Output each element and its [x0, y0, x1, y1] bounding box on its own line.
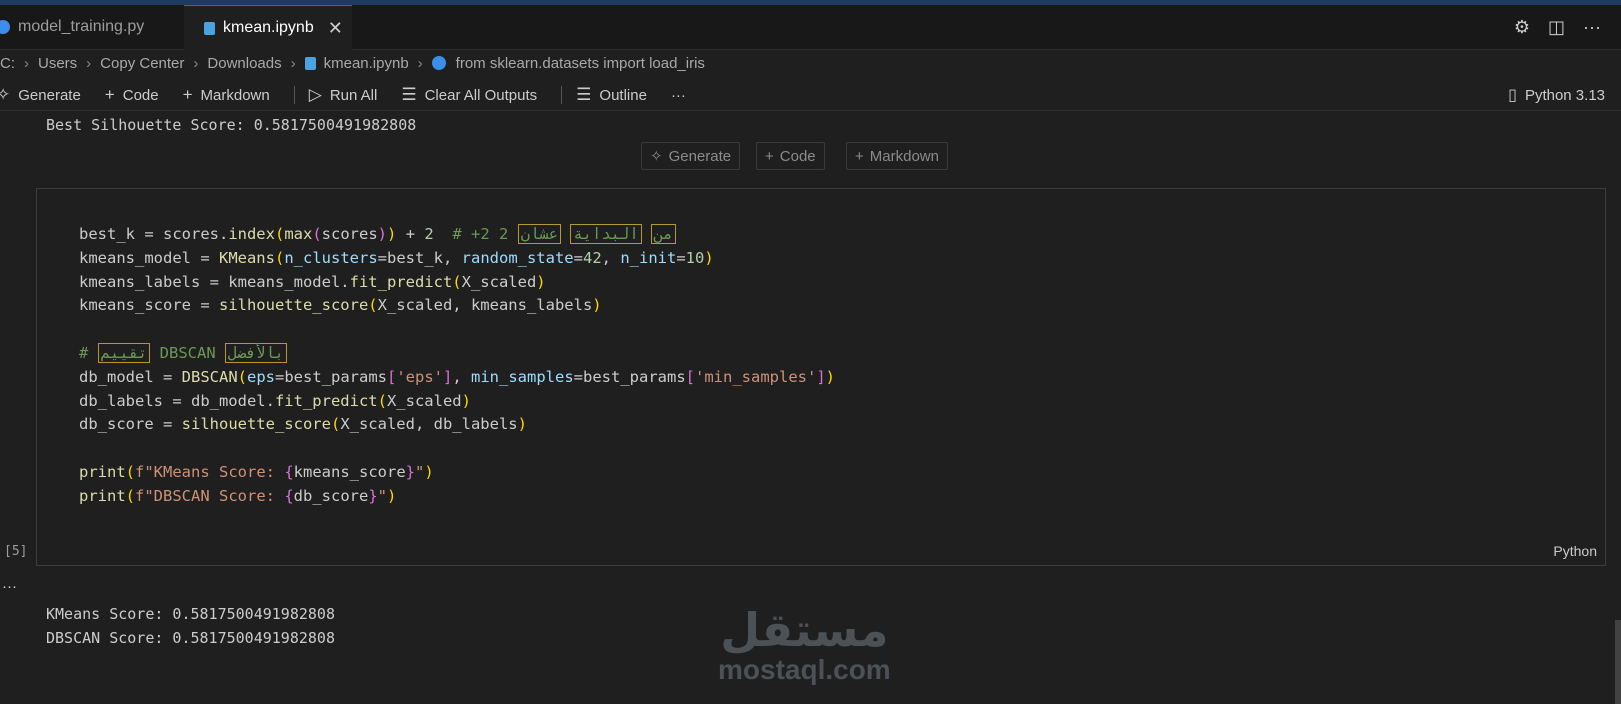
watermark-arabic: مستقل	[720, 604, 889, 656]
plus-icon: +	[182, 85, 193, 104]
insert-code-label: Code	[779, 147, 816, 165]
add-code-button[interactable]: + Code	[105, 85, 159, 105]
arabic-comment-word: بالأفضل	[225, 342, 287, 363]
insert-generate-label: Generate	[668, 147, 732, 165]
code-line: db_score = silhouette_score(X_scaled, db…	[79, 415, 527, 434]
list-icon: ☰	[576, 85, 592, 104]
arabic-comment-word: البداية	[570, 224, 642, 244]
generate-label: Generate	[18, 86, 81, 104]
chevron-right-icon: ›	[290, 54, 296, 72]
code-line: kmeans_labels = kmeans_model.fit_predict…	[79, 272, 546, 291]
code-editor[interactable]: best_k = scores.index(max(scores)) + 2 #…	[79, 223, 835, 509]
toolbar-divider	[293, 86, 295, 104]
tab-label: model_training.py	[18, 18, 145, 35]
chevron-right-icon: ›	[86, 54, 92, 72]
code-line: kmeans_score = silhouette_score(X_scaled…	[79, 296, 602, 315]
clear-all-icon: ☰	[401, 85, 417, 104]
breadcrumb-file[interactable]: kmean.ipynb	[324, 55, 409, 72]
insert-markdown-button[interactable]: + Markdown	[846, 142, 948, 170]
kernel-label: Python 3.13	[1524, 86, 1605, 104]
code-line: db_model = DBSCAN(eps=best_params['eps']…	[79, 367, 836, 386]
notebook-toolbar: ✧ Generate + Code + Markdown ▷ Run All ☰ Clea…	[0, 80, 1621, 111]
watermark-logo: مستقل mostaql.com	[718, 606, 891, 686]
kernel-picker[interactable]: ▯ Python 3.13	[1508, 80, 1605, 110]
chevron-right-icon: ›	[193, 54, 199, 72]
watermark-latin: mostaql.com	[718, 654, 891, 685]
outline-label: Outline	[599, 86, 647, 104]
gear-icon[interactable]: ⚙	[1514, 17, 1530, 38]
insert-code-button[interactable]: + Code	[756, 142, 825, 170]
tab-label: kmean.ipynb	[223, 19, 314, 36]
tab-model-training[interactable]: model_training.py	[0, 5, 183, 49]
vertical-scrollbar[interactable]	[1615, 620, 1621, 704]
code-label: Code	[122, 86, 159, 104]
code-cell[interactable]: best_k = scores.index(max(scores)) + 2 #…	[36, 188, 1606, 566]
chevron-right-icon: ›	[24, 54, 29, 72]
add-markdown-button[interactable]: + Markdown	[183, 85, 270, 105]
editor-tab-bar: model_training.py kmean.ipynb ✕	[0, 5, 1621, 50]
run-all-label: Run All	[329, 86, 378, 104]
generate-button[interactable]: ✧ Generate	[0, 85, 81, 105]
plus-icon: +	[855, 147, 864, 165]
play-icon: ▷	[308, 85, 322, 104]
insert-markdown-label: Markdown	[869, 147, 939, 165]
tab-kmean-notebook[interactable]: kmean.ipynb ✕	[184, 5, 352, 50]
breadcrumb-drive[interactable]: C:	[0, 55, 15, 72]
split-editor-icon[interactable]: ◫	[1548, 17, 1565, 38]
execution-count: [5]	[4, 544, 28, 559]
sparkle-icon: ✧	[650, 148, 663, 165]
notebook-icon	[304, 56, 316, 70]
more-actions-icon[interactable]: ···	[1583, 17, 1601, 38]
toolbar-more-button[interactable]: ···	[671, 87, 686, 104]
breadcrumb-downloads[interactable]: Downloads	[207, 55, 281, 72]
close-icon[interactable]: ✕	[328, 18, 343, 39]
python-icon	[0, 20, 10, 34]
output-more-icon[interactable]: ···	[2, 578, 17, 595]
plus-icon: +	[104, 85, 115, 104]
sparkle-icon: ✧	[0, 85, 11, 104]
chevron-right-icon: ›	[417, 54, 423, 72]
breadcrumb-users[interactable]: Users	[38, 55, 77, 72]
code-line: kmeans_model = KMeans(n_clusters=best_k,…	[79, 248, 714, 267]
breadcrumb-cell[interactable]: from sklearn.datasets import load_iris	[456, 55, 705, 72]
toolbar-divider	[561, 86, 563, 104]
arabic-comment-word: عشان	[517, 224, 562, 244]
code-line: print(f"KMeans Score: {kmeans_score}")	[79, 462, 434, 481]
code-line: best_k = scores.index(max(scores)) + 2 #…	[79, 223, 835, 247]
python-icon	[431, 56, 446, 70]
notebook-icon	[204, 21, 215, 35]
outline-button[interactable]: ☰ Outline	[576, 85, 647, 105]
tab-actions: ⚙ ◫ ···	[1514, 5, 1601, 49]
markdown-label: Markdown	[200, 86, 270, 104]
previous-cell-output: Best Silhouette Score: 0.581750049198280…	[46, 116, 417, 134]
arabic-comment-word: من	[651, 224, 676, 244]
clear-outputs-button[interactable]: ☰ Clear All Outputs	[401, 85, 537, 105]
output-line: KMeans Score: 0.5817500491982808	[46, 605, 335, 623]
kernel-icon: ▯	[1508, 87, 1517, 104]
clear-outputs-label: Clear All Outputs	[424, 86, 538, 104]
output-line: DBSCAN Score: 0.5817500491982808	[46, 629, 335, 647]
plus-icon: +	[765, 147, 774, 165]
cell-output: KMeans Score: 0.5817500491982808 DBSCAN S…	[46, 578, 335, 674]
arabic-comment-word: تقييم	[97, 342, 151, 363]
breadcrumb-copy-center[interactable]: Copy Center	[100, 55, 184, 72]
insert-generate-button[interactable]: ✧ Generate	[641, 142, 741, 170]
run-all-button[interactable]: ▷ Run All	[309, 85, 378, 105]
code-line: # تقييم DBSCAN بالأفضل	[79, 342, 835, 366]
code-line: print(f"DBSCAN Score: {db_score}")	[79, 486, 397, 505]
breadcrumb: C: › Users › Copy Center › Downloads › k…	[0, 50, 705, 76]
cell-language-label[interactable]: Python	[1553, 543, 1597, 559]
code-line: db_labels = db_model.fit_predict(X_scale…	[79, 391, 471, 410]
